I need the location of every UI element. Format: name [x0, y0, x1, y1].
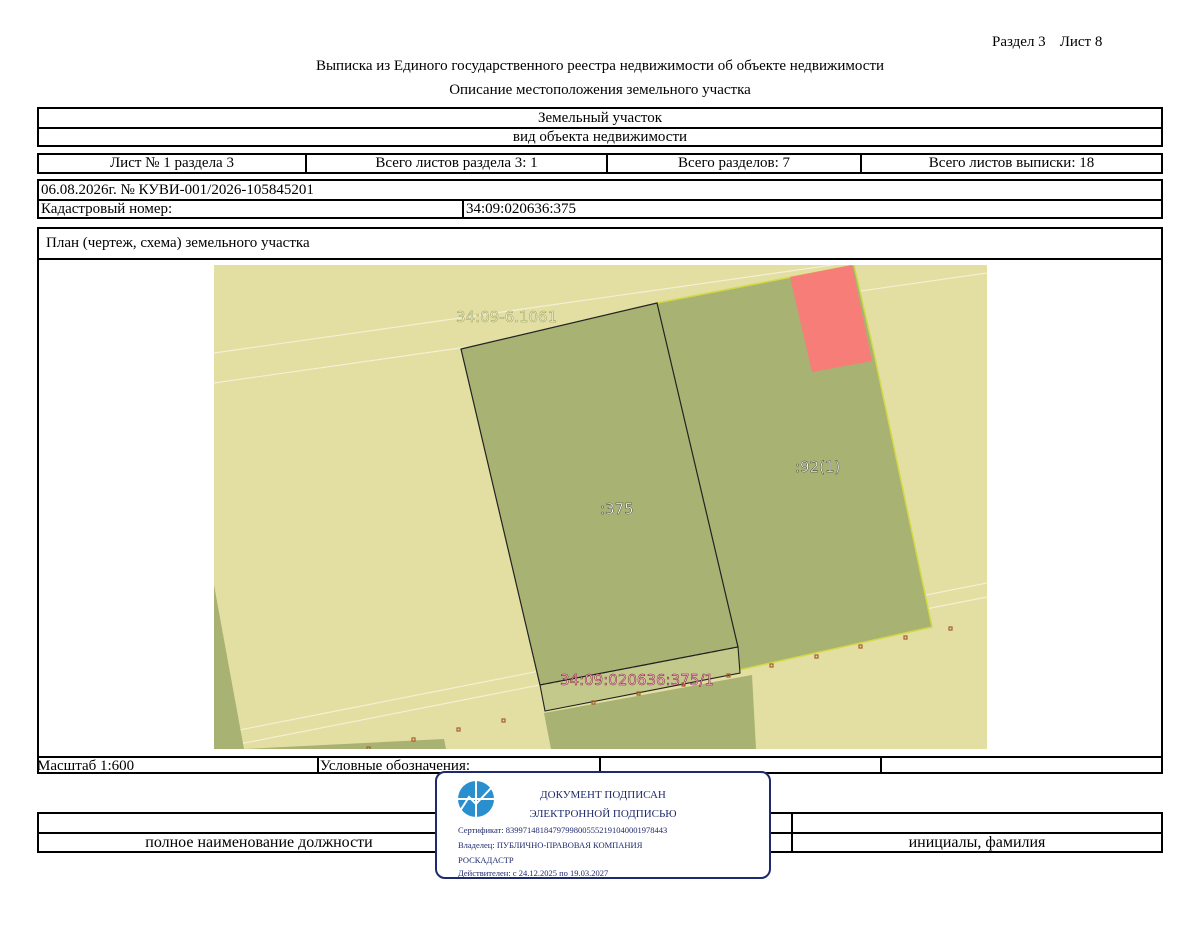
- object-type-block: Земельный участок вид объекта недвижимос…: [37, 107, 1163, 147]
- stamp-line-2: ЭЛЕКТРОННОЙ ПОДПИСЬЮ: [529, 808, 677, 820]
- name-caption: инициалы, фамилия: [908, 833, 1046, 851]
- divider: [880, 758, 882, 774]
- stamp-valid: Действителен: с 24.12.2025 по 19.03.2027: [458, 868, 609, 878]
- record-block: 06.08.2026г. № КУВИ-001/2026-105845201 К…: [37, 179, 1163, 219]
- total-sheets-extract-cell: Всего листов выписки: 18: [928, 155, 1095, 171]
- stamp-owner-org: РОСКАДАСТР: [458, 855, 514, 865]
- parcel-label: :375: [600, 500, 634, 518]
- object-type: Земельный участок: [537, 109, 663, 126]
- record-date-number: 06.08.2026г. № КУВИ-001/2026-105845201: [41, 181, 314, 198]
- sheet-info-row: Лист № 1 раздела 3 Всего листов раздела …: [37, 153, 1163, 174]
- plan-header: План (чертеж, схема) земельного участка: [39, 229, 1161, 260]
- stamp-owner: Владелец: ПУБЛИЧНО-ПРАВОВАЯ КОМПАНИЯ: [458, 840, 643, 850]
- object-type-caption: вид объекта недвижимости: [512, 128, 688, 145]
- section-number: Раздел 3: [992, 34, 1046, 50]
- document-subtitle: Описание местоположения земельного участ…: [449, 82, 751, 98]
- sheet-no-cell: Лист № 1 раздела 3: [110, 155, 234, 171]
- stamp-certificate: Сертификат: 8399714818479799800555219104…: [458, 825, 668, 835]
- quarter-label: 34:09-6.1061: [456, 308, 557, 326]
- neighbor-label: :92(1): [795, 458, 840, 476]
- cadastral-label: Кадастровый номер:: [41, 200, 173, 217]
- part-label: 34:09:020636:375/1: [560, 671, 714, 689]
- scale-label: Масштаб 1:600: [37, 757, 135, 774]
- cadastral-value: 34:09:020636:375: [466, 200, 577, 217]
- sheet-number: Лист 8: [1059, 34, 1103, 50]
- e-signature-stamp: ДОКУМЕНТ ПОДПИСАН ЭЛЕКТРОННОЙ ПОДПИСЬЮ С…: [435, 771, 771, 879]
- document-title: Выписка из Единого государственного реес…: [315, 58, 885, 74]
- plan-title: План (чертеж, схема) земельного участка: [46, 235, 310, 251]
- total-sections-cell: Всего разделов: 7: [677, 155, 791, 171]
- divider: [317, 758, 319, 774]
- total-sheets-section-cell: Всего листов раздела 3: 1: [375, 155, 538, 171]
- divider: [462, 201, 464, 217]
- position-caption: полное наименование должности: [145, 833, 373, 851]
- stamp-line-1: ДОКУМЕНТ ПОДПИСАН: [540, 789, 666, 801]
- section-sheet-ref: Раздел 3 Лист 8: [992, 34, 1102, 51]
- parcel-map: 34:09-6.1061 :375 :92(1) 34:09:020636:37…: [214, 265, 987, 749]
